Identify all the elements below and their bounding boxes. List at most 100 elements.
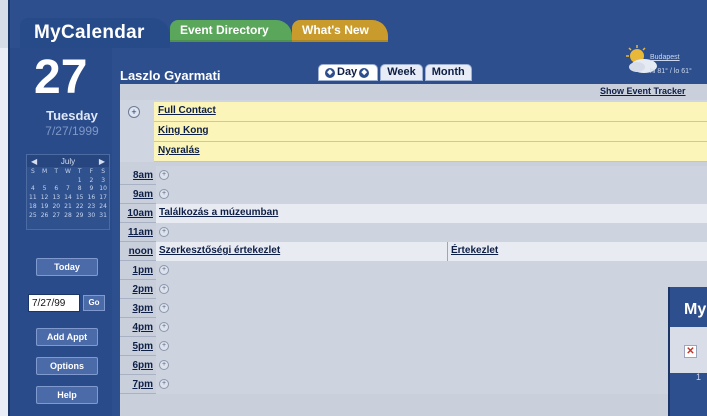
prev-month-icon[interactable]: ◀ xyxy=(31,157,37,166)
tab-mycalendar[interactable]: MyCalendar xyxy=(20,18,170,48)
slot-cell[interactable] xyxy=(156,223,707,242)
options-button[interactable]: Options xyxy=(36,357,98,375)
mini-calendar-week: 25 26 27 28 29 30 31 xyxy=(27,211,109,220)
mini-day[interactable]: 25 xyxy=(27,211,39,220)
mini-day[interactable]: 1 xyxy=(74,176,86,185)
mini-day[interactable]: 5 xyxy=(39,185,51,194)
selected-view-icon: ◆ xyxy=(325,68,335,78)
mini-day[interactable]: 26 xyxy=(39,211,51,220)
add-event-icon[interactable]: + xyxy=(159,284,169,294)
close-icon[interactable]: ✕ xyxy=(684,345,697,358)
mini-day[interactable] xyxy=(62,176,74,185)
mini-day[interactable]: 12 xyxy=(39,193,51,202)
mini-day[interactable]: 14 xyxy=(62,193,74,202)
help-button[interactable]: Help xyxy=(36,386,98,404)
slot-time[interactable]: 4pm xyxy=(120,318,156,337)
mini-day[interactable]: 20 xyxy=(50,202,62,211)
mini-day[interactable]: 8 xyxy=(74,185,86,194)
slot-cell[interactable] xyxy=(156,261,707,280)
all-day-event[interactable]: King Kong xyxy=(154,122,707,142)
add-event-icon[interactable]: + xyxy=(159,303,169,313)
mini-day[interactable]: 15 xyxy=(74,193,86,202)
add-event-icon[interactable]: + xyxy=(159,265,169,275)
tab-day[interactable]: ◆ Day ◆ xyxy=(318,64,379,81)
mini-calendar-week: 4 5 6 7 8 9 10 xyxy=(27,185,109,194)
slot-time[interactable]: 3pm xyxy=(120,299,156,318)
slot-cell[interactable] xyxy=(156,166,707,185)
slot-time[interactable]: 10am xyxy=(120,204,156,223)
tab-month[interactable]: Month xyxy=(424,64,472,81)
go-button[interactable]: Go xyxy=(83,295,105,311)
mini-day[interactable]: 29 xyxy=(74,211,86,220)
event-link[interactable]: Értekezlet xyxy=(448,242,707,261)
time-slot: 10am Találkozás a múzeumban xyxy=(120,204,707,223)
mini-day[interactable]: 21 xyxy=(62,202,74,211)
slot-time[interactable]: 2pm xyxy=(120,280,156,299)
mini-day[interactable]: 28 xyxy=(62,211,74,220)
slot-time[interactable]: 7pm xyxy=(120,375,156,394)
mini-day[interactable]: 7 xyxy=(62,185,74,194)
show-event-tracker-link[interactable]: Show Event Tracker xyxy=(600,86,686,96)
slot-cell[interactable] xyxy=(156,185,707,204)
date-field[interactable] xyxy=(28,294,80,312)
add-event-icon[interactable]: + xyxy=(159,341,169,351)
slot-time[interactable]: noon xyxy=(120,242,156,261)
slot-cell[interactable] xyxy=(156,375,707,394)
mini-day[interactable] xyxy=(39,176,51,185)
mini-day[interactable]: 19 xyxy=(39,202,51,211)
tab-week-label: Week xyxy=(387,66,416,78)
tab-whats-new[interactable]: What's New xyxy=(292,20,388,42)
slot-cell[interactable] xyxy=(156,299,707,318)
all-day-event[interactable]: Full Contact xyxy=(154,102,707,122)
mini-day[interactable]: 6 xyxy=(50,185,62,194)
mini-day[interactable]: 22 xyxy=(74,202,86,211)
mini-day[interactable]: 30 xyxy=(86,211,98,220)
overlapping-window-number: 1 xyxy=(696,372,702,382)
mini-day[interactable]: 23 xyxy=(86,202,98,211)
mini-day[interactable]: 18 xyxy=(27,202,39,211)
mini-day[interactable]: 9 xyxy=(86,185,98,194)
add-event-icon[interactable]: + xyxy=(159,322,169,332)
slot-time[interactable]: 9am xyxy=(120,185,156,204)
mini-day[interactable] xyxy=(50,176,62,185)
slot-cell[interactable] xyxy=(156,337,707,356)
mini-day[interactable]: 17 xyxy=(97,193,109,202)
slot-time[interactable]: 11am xyxy=(120,223,156,242)
mini-day[interactable]: 2 xyxy=(86,176,98,185)
add-all-day-event-icon[interactable]: + xyxy=(128,106,140,118)
mini-day[interactable] xyxy=(27,176,39,185)
slot-time[interactable]: 5pm xyxy=(120,337,156,356)
time-slot: 6pm + xyxy=(120,356,707,375)
event-link[interactable]: Szerkesztőségi értekezlet xyxy=(156,242,448,261)
add-event-icon[interactable]: + xyxy=(159,170,169,180)
add-event-icon[interactable]: + xyxy=(159,360,169,370)
tab-week[interactable]: Week xyxy=(380,64,423,81)
add-event-icon[interactable]: + xyxy=(159,379,169,389)
add-event-icon[interactable]: + xyxy=(159,227,169,237)
next-month-icon[interactable]: ▶ xyxy=(99,157,105,166)
mini-day[interactable]: 16 xyxy=(86,193,98,202)
slot-time[interactable]: 6pm xyxy=(120,356,156,375)
mini-day[interactable]: 4 xyxy=(27,185,39,194)
slot-cell[interactable] xyxy=(156,280,707,299)
mini-day[interactable]: 24 xyxy=(97,202,109,211)
mini-calendar-header: ◀ July ▶ xyxy=(27,155,109,167)
today-button[interactable]: Today xyxy=(36,258,98,276)
mini-day[interactable]: 27 xyxy=(50,211,62,220)
mini-day[interactable]: 31 xyxy=(97,211,109,220)
mini-day[interactable]: 11 xyxy=(27,193,39,202)
tab-event-directory[interactable]: Event Directory xyxy=(170,20,292,42)
mini-day[interactable]: 3 xyxy=(97,176,109,185)
slot-cell[interactable] xyxy=(156,318,707,337)
mini-day[interactable]: 10 xyxy=(97,185,109,194)
add-appointment-button[interactable]: Add Appt xyxy=(36,328,98,346)
overlapping-window[interactable]: My ✕ 1 xyxy=(668,287,707,416)
weather-city[interactable]: Budapest xyxy=(650,54,680,61)
slot-time[interactable]: 1pm xyxy=(120,261,156,280)
slot-cell[interactable] xyxy=(156,356,707,375)
add-event-icon[interactable]: + xyxy=(159,189,169,199)
event-link[interactable]: Találkozás a múzeumban xyxy=(156,204,707,223)
mini-day[interactable]: 13 xyxy=(50,193,62,202)
slot-time[interactable]: 8am xyxy=(120,166,156,185)
all-day-event[interactable]: Nyaralás xyxy=(154,142,707,162)
